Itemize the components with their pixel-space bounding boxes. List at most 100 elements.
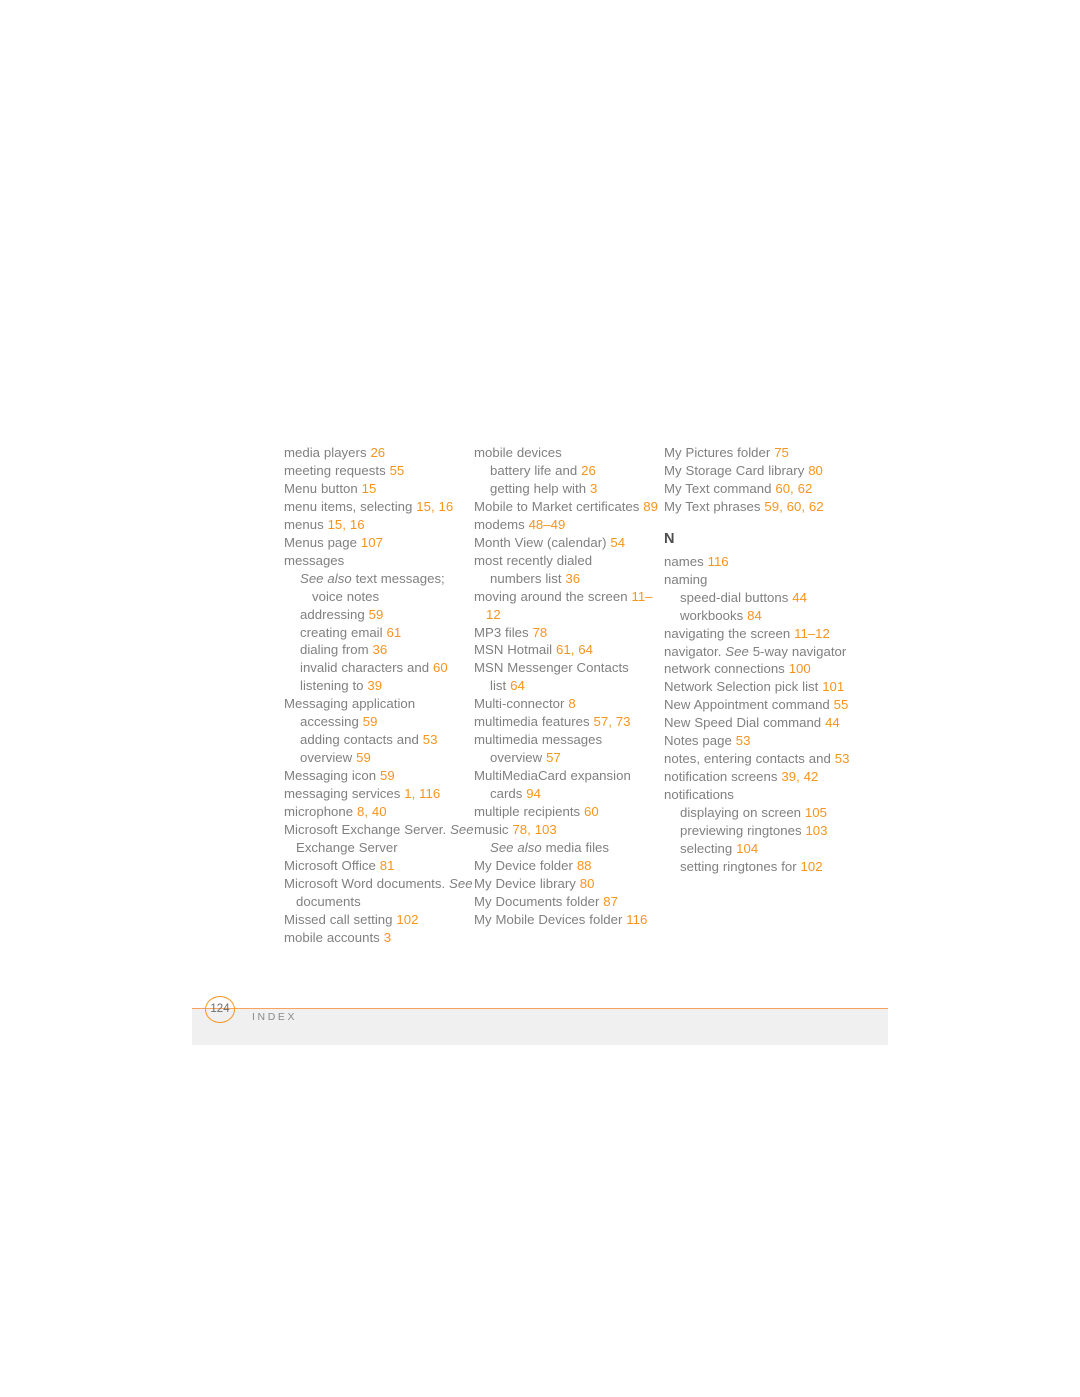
- index-entry-text: displaying on screen: [680, 805, 805, 821]
- index-entry-text: naming: [664, 571, 708, 587]
- index-entry-text: overview: [490, 750, 547, 766]
- index-entry: My Text command 60, 62: [664, 480, 854, 498]
- index-entry: Microsoft Word documents. See documents: [284, 875, 474, 911]
- index-entry-text: Notes page: [664, 733, 736, 749]
- index-entry: moving around the screen 11–12: [474, 588, 664, 624]
- index-entry-text: selecting: [680, 841, 737, 857]
- index-entry-text: Exchange Server: [296, 839, 398, 855]
- index-page-ref: 39: [367, 678, 383, 694]
- index-entry-text: numbers list: [490, 570, 566, 586]
- index-entry-text: text messages;: [351, 570, 445, 586]
- index-entry: addressing 59: [284, 606, 474, 624]
- index-entry: New Speed Dial command 44: [664, 714, 854, 732]
- index-page-ref: 44: [792, 589, 807, 605]
- index-entry: Multi-connector 8: [474, 695, 664, 713]
- index-entry: See also text messages;: [284, 570, 474, 588]
- index-page-ref: 87: [603, 893, 618, 909]
- index-page-ref: 54: [610, 534, 626, 550]
- index-page-ref: 55: [833, 697, 849, 713]
- index-entry-text: getting help with: [490, 480, 590, 496]
- index-page-ref: 80: [808, 462, 823, 478]
- index-entry-text: notes, entering contacts and: [664, 751, 835, 767]
- index-page-ref: 89: [643, 498, 658, 514]
- index-entry-text: meeting requests: [284, 462, 390, 478]
- index-entry: multimedia messages: [474, 731, 664, 749]
- index-entry-text: list: [490, 678, 511, 694]
- index-entry: MSN Hotmail 61, 64: [474, 641, 664, 659]
- index-page-ref: 15: [361, 480, 377, 496]
- index-entry-text: modems: [474, 516, 529, 532]
- index-entry: multimedia features 57, 73: [474, 713, 664, 731]
- index-entry-text: Microsoft Exchange Server.: [284, 822, 451, 838]
- index-entry-text: 5-way navigator: [748, 643, 847, 659]
- index-page-ref: 26: [581, 462, 596, 478]
- index-entry: accessing 59: [284, 713, 474, 731]
- index-entry-text: Menu button: [284, 480, 362, 496]
- index-entry-text: MultiMediaCard expansion: [474, 768, 631, 784]
- index-cross-reference: See also: [490, 839, 542, 855]
- index-entry-text: media files: [541, 839, 610, 855]
- index-page-ref: 39, 42: [781, 769, 819, 785]
- index-entry: My Pictures folder 75: [664, 444, 854, 462]
- index-entry-text: media players: [284, 445, 371, 460]
- index-entry-text: navigating the screen: [664, 625, 795, 641]
- index-entry-text: invalid characters and: [300, 660, 434, 676]
- index-entry-text: messages: [284, 552, 345, 568]
- index-entry: notification screens 39, 42: [664, 768, 854, 786]
- index-page-ref: 88: [576, 857, 592, 873]
- index-entry-text: listening to: [300, 678, 368, 694]
- index-entry: music 78, 103: [474, 821, 664, 839]
- index-entry: My Documents folder 87: [474, 893, 664, 911]
- index-entry: dialing from 36: [284, 641, 474, 659]
- index-entry: creating email 61: [284, 624, 474, 642]
- index-entry-text: Microsoft Office: [284, 857, 380, 873]
- index-entry-text: Network Selection pick list: [664, 679, 823, 695]
- index-entry-text: workbooks: [680, 607, 748, 623]
- index-page-ref: 59: [356, 750, 371, 766]
- index-page-ref: 26: [370, 445, 386, 460]
- index-page-ref: 53: [422, 732, 438, 748]
- index-entry-text: menu items, selecting: [284, 498, 417, 514]
- index-entry-text: navigator.: [664, 643, 726, 659]
- index-entry: multiple recipients 60: [474, 803, 664, 821]
- index-section-letter: N: [664, 530, 675, 547]
- index-page-ref: 1, 116: [404, 786, 441, 802]
- index-entry: navigating the screen 11–12: [664, 625, 854, 643]
- index-page-ref: 81: [379, 857, 395, 873]
- index-entry: Messaging icon 59: [284, 767, 474, 785]
- index-entry-text: Month View (calendar): [474, 534, 611, 550]
- index-entry: menus 15, 16: [284, 516, 474, 534]
- index-entry: cards 94: [474, 785, 664, 803]
- index-entry: speed-dial buttons 44: [664, 589, 854, 607]
- index-entry-text: My Storage Card library: [664, 462, 809, 478]
- index-page-ref: 102: [800, 858, 823, 874]
- index-entry: adding contacts and 53: [284, 731, 474, 749]
- index-entry: network connections 100: [664, 660, 854, 678]
- index-entry-text: overview: [300, 750, 357, 766]
- index-entry-text: Microsoft Word documents.: [284, 875, 450, 891]
- index-page-ref: 102: [396, 911, 419, 927]
- index-entry: notifications: [664, 786, 854, 804]
- index-entry-text: addressing: [300, 606, 369, 622]
- index-entry: selecting 104: [664, 840, 854, 858]
- index-entry-text: MSN Hotmail: [474, 642, 556, 658]
- index-entry: mobile accounts 3: [284, 929, 474, 947]
- index-entry: setting ringtones for 102: [664, 858, 854, 876]
- index-entry-text: creating email: [300, 624, 387, 640]
- index-entry-text: microphone: [284, 804, 357, 820]
- index-page-ref: 107: [360, 534, 383, 550]
- page-footer: 124 INDEX: [192, 996, 888, 1045]
- index-page-ref: 60: [584, 804, 599, 820]
- index-entry-text: cards: [490, 786, 527, 802]
- index-entry-text: battery life and: [490, 462, 582, 478]
- index-entry-text: network connections: [664, 661, 789, 677]
- index-entry-text: menus: [284, 516, 328, 532]
- index-entry-text: multimedia messages: [474, 732, 603, 748]
- index-entry: Microsoft Exchange Server. See Exchange …: [284, 821, 474, 857]
- index-entry: My Device folder 88: [474, 857, 664, 875]
- index-entry-text: My Device library: [474, 875, 580, 891]
- index-entry: battery life and 26: [474, 462, 664, 480]
- index-entry: modems 48–49: [474, 516, 664, 534]
- index-cross-reference: See: [450, 822, 474, 838]
- index-column-2: mobile devices battery life and 26 getting…: [474, 444, 664, 929]
